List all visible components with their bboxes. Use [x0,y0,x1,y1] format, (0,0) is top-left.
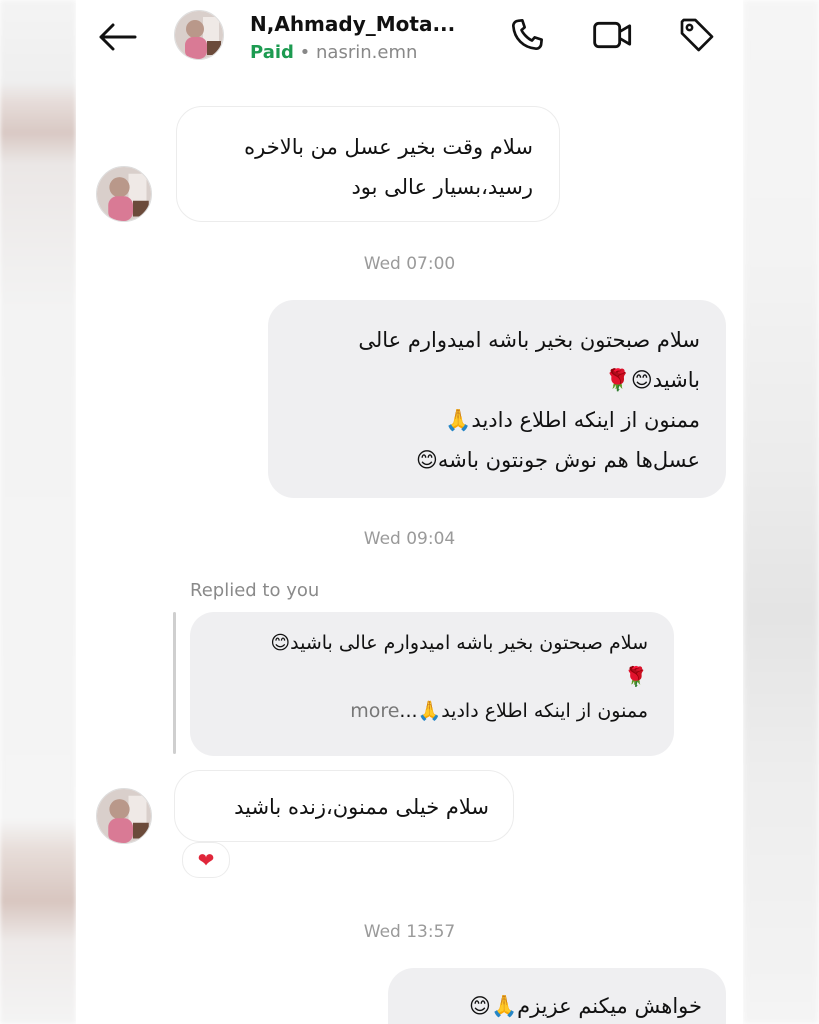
reply-indicator-bar [173,612,176,754]
message-text: رسید،بسیار عالی بود [351,175,533,199]
message-text: عسل‌ها هم نوش جونتون باشه😊 [416,448,700,472]
message-bubble-outgoing[interactable]: سلام صبحتون بخیر باشه امیدوارم عالی باشی… [268,300,726,498]
heart-icon: ❤ [197,848,215,872]
timestamp: Wed 13:57 [363,922,456,942]
message-text: سلام وقت بخیر عسل من بالاخره [244,135,533,159]
message-bubble-outgoing[interactable]: خواهش میکنم عزیزم🙏😊 [388,968,726,1024]
replied-label: Replied to you [190,580,320,601]
reaction-badge[interactable]: ❤ [182,842,230,878]
message-text: سلام صبحتون بخیر باشه امیدوارم عالی [358,328,700,352]
blurred-background-left [0,0,76,1024]
quote-text: 🌹 [624,666,648,688]
phone-icon [512,19,543,50]
timestamp: Wed 09:04 [363,529,456,549]
tag-icon [680,18,714,52]
username: nasrin.emn [316,42,418,63]
video-call-icon [593,21,632,49]
message-bubble-incoming[interactable]: سلام وقت بخیر عسل من بالاخره رسید،بسیار … [176,106,560,222]
quote-text-row: ممنون از اینکه اطلاع دادید🙏...more [208,692,648,730]
reply-quote-bubble[interactable]: سلام صبحتون بخیر باشه امیدوارم عالی باشی… [190,612,674,756]
chat-screen: N,Ahmady_Mota... Paid • nasrin.emn سلام … [76,0,743,1024]
video-call-button[interactable] [590,12,636,58]
message-text: ممنون از اینکه اطلاع دادید🙏 [445,408,700,432]
tag-button[interactable] [674,12,720,58]
avatar[interactable] [96,788,152,844]
message-text: سلام خیلی ممنون،زنده باشید [234,795,489,819]
blurred-background-right [743,0,819,1024]
paid-label: Paid [250,42,294,63]
separator-dot: • [299,42,311,63]
contact-name[interactable]: N,Ahmady_Mota... [250,12,455,36]
back-button[interactable] [94,14,140,60]
avatar[interactable] [174,10,224,60]
voice-call-button[interactable] [504,12,550,58]
timestamp: Wed 07:00 [363,254,456,274]
quote-text: ممنون از اینکه اطلاع دادید🙏... [399,700,648,722]
quote-text: سلام صبحتون بخیر باشه امیدوارم عالی باشی… [270,632,648,654]
avatar[interactable] [96,166,152,222]
back-arrow-icon [99,23,137,51]
more-link[interactable]: more [350,700,399,722]
message-bubble-incoming[interactable]: سلام خیلی ممنون،زنده باشید [174,770,514,842]
contact-subtitle: Paid • nasrin.emn [250,42,417,63]
message-text: باشید😊🌹 [604,368,700,392]
chat-header: N,Ahmady_Mota... Paid • nasrin.emn [76,0,743,80]
message-text: خواهش میکنم عزیزم🙏😊 [469,994,702,1018]
